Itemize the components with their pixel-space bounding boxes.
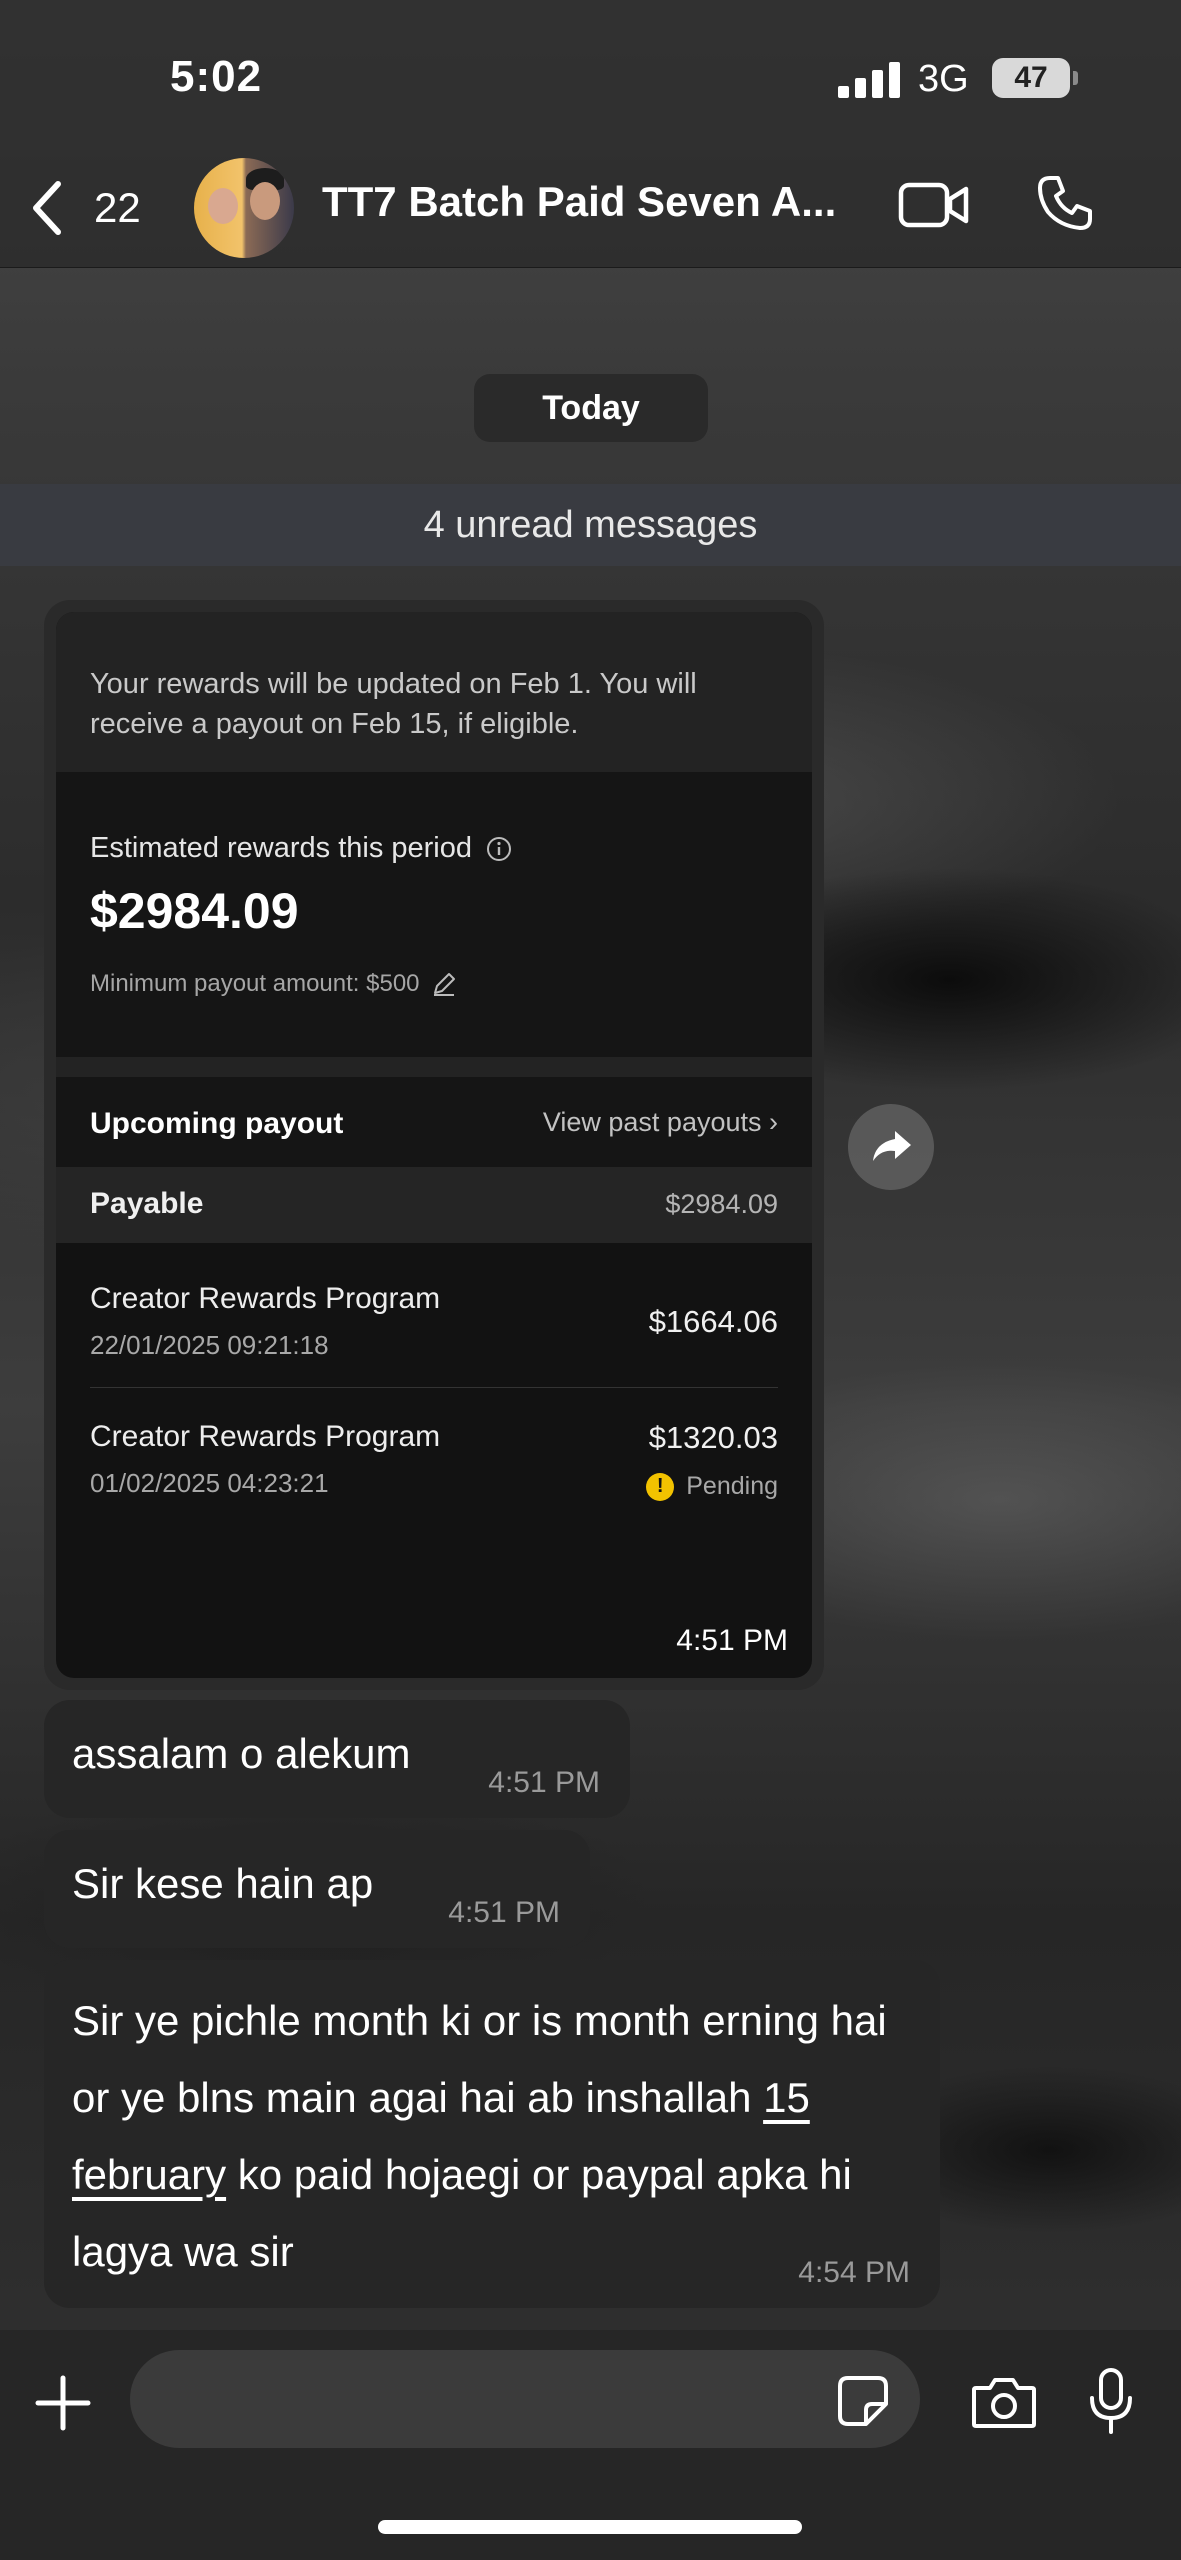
pending-status: ! Pending — [646, 1472, 778, 1501]
message-bubble[interactable]: Sir ye pichle month ki or is month ernin… — [44, 1960, 940, 2308]
unread-messages-banner: 4 unread messages — [0, 484, 1181, 566]
camera-icon[interactable] — [970, 2374, 1038, 2430]
rewards-notice-section: Your rewards will be updated on Feb 1. Y… — [56, 612, 812, 772]
upcoming-payout-header: Upcoming payout View past payouts › — [56, 1077, 812, 1167]
estimated-rewards-text: Estimated rewards this period — [90, 832, 472, 864]
payout-amount: $1320.03 — [648, 1420, 778, 1455]
back-button[interactable]: 22 — [30, 180, 141, 236]
payable-amount: $2984.09 — [665, 1189, 778, 1219]
message-time: 4:51 PM — [448, 1896, 560, 1929]
date-separator: Today — [474, 374, 708, 442]
message-bubble[interactable]: assalam o alekum 4:51 PM — [44, 1700, 630, 1818]
video-call-icon[interactable] — [898, 180, 970, 230]
rewards-screenshot: Your rewards will be updated on Feb 1. Y… — [56, 612, 812, 1678]
message-time: 4:54 PM — [798, 2256, 910, 2289]
payout-name: Creator Rewards Program — [90, 1282, 441, 1315]
payout-name: Creator Rewards Program — [90, 1420, 441, 1453]
rewards-notice: Your rewards will be updated on Feb 1. Y… — [90, 668, 697, 740]
minimum-payout-text: Minimum payout amount: $500 — [90, 970, 420, 997]
pending-label: Pending — [686, 1472, 778, 1500]
message-time: 4:51 PM — [676, 1624, 788, 1657]
forward-button[interactable] — [848, 1104, 934, 1190]
group-avatar[interactable] — [194, 158, 294, 258]
upcoming-payout-label: Upcoming payout — [90, 1107, 344, 1140]
battery-icon: 47 — [992, 58, 1070, 98]
view-past-payouts-link: View past payouts › — [542, 1107, 778, 1137]
message-text: Sir ye pichle month ki or is month ernin… — [72, 1982, 912, 2290]
unread-count: 22 — [94, 184, 141, 231]
chevron-left-icon — [33, 181, 61, 235]
section-gap — [56, 1057, 812, 1077]
signal-icon — [838, 62, 900, 98]
payout-date: 01/02/2025 04:23:21 — [90, 1468, 329, 1498]
payable-label: Payable — [90, 1187, 204, 1220]
estimated-rewards-label: Estimated rewards this period — [90, 832, 512, 865]
chat-title[interactable]: TT7 Batch Paid Seven A... — [322, 178, 836, 226]
pencil-icon — [433, 973, 455, 996]
minimum-payout: Minimum payout amount: $500 — [90, 970, 458, 998]
header-row: 22 TT7 Batch Paid Seven A... — [0, 150, 1181, 262]
message-time: 4:51 PM — [488, 1766, 600, 1799]
image-message[interactable]: Your rewards will be updated on Feb 1. Y… — [44, 600, 824, 1690]
warning-icon: ! — [646, 1472, 675, 1501]
battery-nub — [1073, 71, 1078, 85]
message-bubble[interactable]: Sir kese hain ap 4:51 PM — [44, 1830, 590, 1948]
battery-level: 47 — [1014, 61, 1048, 94]
payout-item: Creator Rewards Program 22/01/2025 09:21… — [90, 1282, 778, 1412]
home-indicator[interactable] — [378, 2520, 802, 2534]
estimated-rewards-amount: $2984.09 — [90, 883, 299, 939]
plus-icon[interactable] — [34, 2374, 92, 2432]
network-type: 3G — [918, 58, 969, 100]
phone-call-icon[interactable] — [1036, 174, 1094, 232]
payout-date: 22/01/2025 09:21:18 — [90, 1330, 329, 1360]
estimated-rewards-section: Estimated rewards this period $2984.09 M… — [56, 772, 812, 1057]
payout-divider — [90, 1387, 778, 1388]
payable-row: Payable $2984.09 — [56, 1167, 812, 1243]
info-icon — [487, 836, 511, 861]
payout-amount: $1664.06 — [648, 1304, 778, 1339]
message-input[interactable] — [130, 2350, 920, 2448]
payout-item: Creator Rewards Program 01/02/2025 04:23… — [90, 1420, 778, 1550]
sticker-icon[interactable] — [836, 2374, 890, 2428]
microphone-icon[interactable] — [1086, 2366, 1136, 2436]
status-time: 5:02 — [170, 52, 263, 101]
status-bar: 5:02 3G 47 — [0, 0, 1181, 150]
forward-arrow-icon — [873, 1131, 911, 1161]
